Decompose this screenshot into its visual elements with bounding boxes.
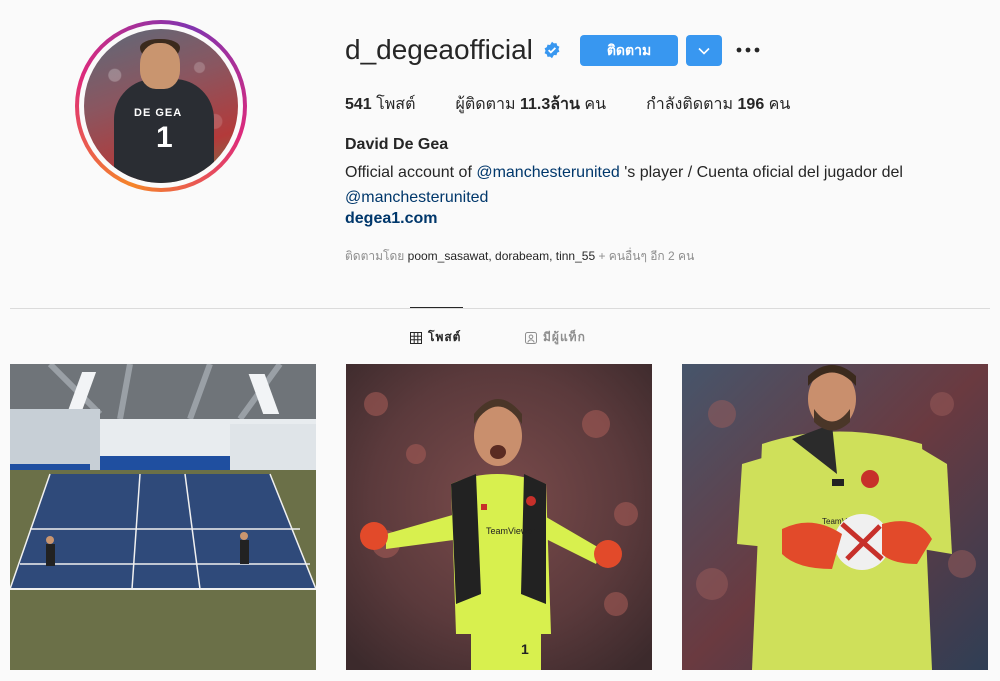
- profile-avatar-ring[interactable]: DE GEA 1: [75, 20, 247, 192]
- tabs-divider: [10, 308, 990, 309]
- profile-full-name: David De Gea: [345, 136, 449, 153]
- username-row: d_degeaofficial: [345, 34, 561, 66]
- posts-stat: 541 โพสต์: [345, 92, 415, 117]
- following-unit: คน: [768, 96, 791, 113]
- more-dots-icon: [736, 47, 760, 53]
- chevron-down-icon: [698, 47, 710, 55]
- suggested-dropdown-button[interactable]: [686, 35, 722, 66]
- tagged-user-icon: [525, 331, 537, 344]
- followed-by-user: tinn_55: [555, 249, 596, 263]
- post-image: TeamViewer: [682, 364, 988, 670]
- svg-text:TeamViewer: TeamViewer: [486, 526, 535, 536]
- followed-by-user: poom_sasawat: [407, 249, 489, 263]
- profile-bio: Official account of @manchesterunited 's…: [345, 160, 965, 210]
- posts-count: 541: [345, 96, 372, 113]
- bio-text-2: 's player / Cuenta oficial del jugador d…: [619, 164, 903, 181]
- avatar-jersey-number: 1: [156, 121, 173, 154]
- post-thumbnail[interactable]: TeamViewer 1: [346, 364, 652, 670]
- tab-posts-label: โพสต์: [428, 330, 462, 344]
- bio-mention-link[interactable]: @manchesterunited: [345, 189, 488, 206]
- followed-by-suffix: + คนอื่นๆ อีก 2 คน: [595, 249, 695, 263]
- profile-website-link[interactable]: degea1.com: [345, 210, 437, 228]
- grid-icon: [410, 331, 422, 344]
- posts-stat-label: โพสต์: [376, 96, 416, 113]
- followed-by[interactable]: ติดตามโดย poom_sasawat, dorabeam, tinn_5…: [345, 247, 694, 266]
- profile-stats: 541 โพสต์ ผู้ติดตาม 11.3ล้าน คน กำลังติด…: [345, 92, 830, 117]
- post-image: TeamViewer 1: [346, 364, 652, 670]
- active-tab-indicator: [410, 307, 463, 308]
- followed-by-prefix: ติดตามโดย: [345, 249, 408, 263]
- following-stat[interactable]: กำลังติดตาม 196 คน: [646, 92, 790, 117]
- followers-label: ผู้ติดตาม: [455, 96, 516, 113]
- follow-button[interactable]: ติดตาม: [580, 35, 678, 66]
- more-options-button[interactable]: [736, 38, 760, 62]
- followers-unit: คน: [584, 96, 607, 113]
- avatar-frame: DE GEA 1: [79, 24, 243, 188]
- tab-tagged-label: มีผู้แท็ก: [543, 330, 586, 344]
- followers-stat[interactable]: ผู้ติดตาม 11.3ล้าน คน: [455, 92, 606, 117]
- post-image: [10, 364, 316, 670]
- followers-count: 11.3ล้าน: [519, 96, 580, 113]
- verified-badge-icon: [544, 41, 560, 59]
- tab-posts[interactable]: โพสต์: [410, 328, 461, 347]
- bio-mention-link[interactable]: @manchesterunited: [476, 164, 619, 181]
- followed-by-user: dorabeam: [495, 249, 550, 263]
- svg-text:1: 1: [521, 641, 529, 657]
- following-label: กำลังติดตาม: [646, 96, 734, 113]
- post-thumbnail[interactable]: [10, 364, 316, 670]
- avatar-jersey-name: DE GEA: [134, 107, 183, 119]
- tab-tagged[interactable]: มีผู้แท็ก: [525, 328, 586, 347]
- avatar[interactable]: DE GEA 1: [84, 29, 238, 183]
- username: d_degeaofficial: [345, 34, 533, 65]
- avatar-head: [140, 43, 180, 89]
- following-count: 196: [737, 96, 765, 113]
- post-thumbnail[interactable]: TeamViewer: [682, 364, 988, 670]
- bio-text-1: Official account of: [345, 164, 477, 181]
